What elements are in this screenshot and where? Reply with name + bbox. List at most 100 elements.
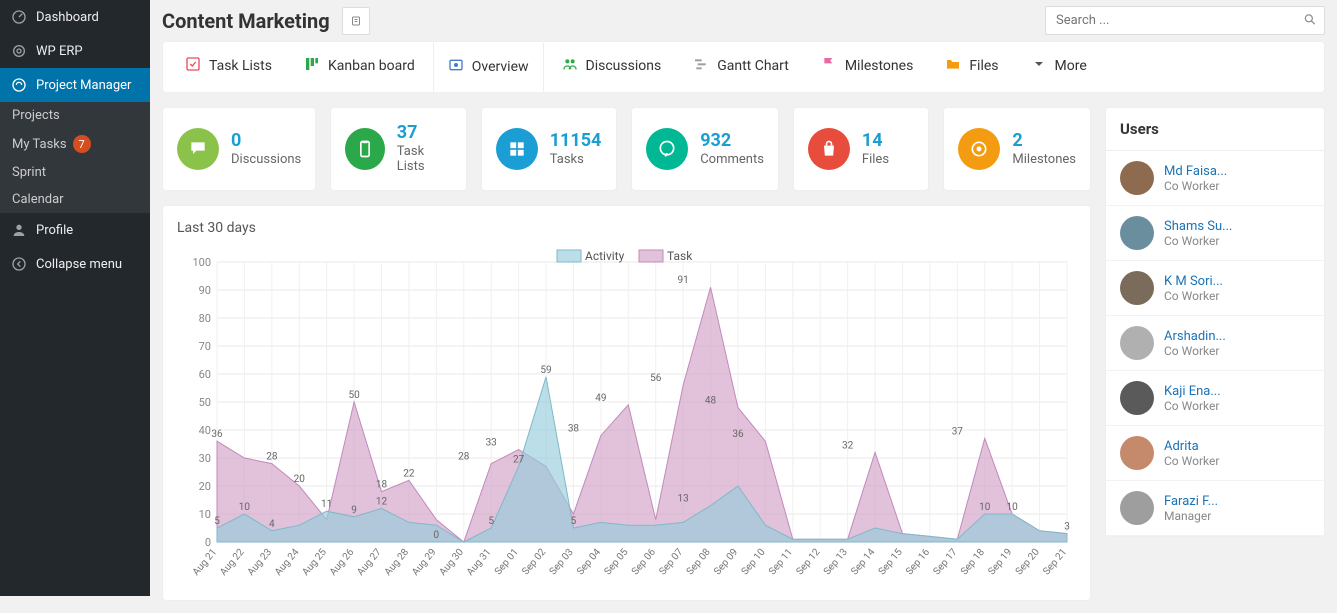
tab-label: More	[1055, 58, 1087, 74]
user-role: Co Worker	[1164, 399, 1221, 413]
tab-overview[interactable]: Overview	[433, 43, 544, 92]
sidebar-subitem[interactable]: Sprint	[0, 159, 150, 186]
svg-text:Aug 22: Aug 22	[218, 547, 247, 578]
sidebar-item-label: Collapse menu	[36, 257, 122, 272]
svg-text:Task: Task	[667, 249, 693, 263]
user-role: Co Worker	[1164, 179, 1227, 193]
sidebar-item-collapse[interactable]: Collapse menu	[0, 247, 150, 281]
comment-icon	[646, 128, 688, 170]
sidebar-item-label: WP ERP	[36, 44, 83, 59]
user-row[interactable]: Farazi F... Manager	[1106, 481, 1324, 536]
target-icon	[958, 128, 1000, 170]
svg-text:37: 37	[952, 426, 964, 437]
svg-text:0: 0	[434, 530, 440, 541]
stat-card-files[interactable]: 14 Files	[793, 107, 929, 191]
sidebar-item-dashboard[interactable]: Dashboard	[0, 0, 150, 34]
svg-text:Sep 05: Sep 05	[603, 547, 631, 578]
svg-text:Sep 18: Sep 18	[959, 547, 987, 578]
chart-title: Last 30 days	[177, 220, 1076, 236]
topbar: Content Marketing	[150, 0, 1337, 41]
notification-badge: 7	[73, 135, 91, 153]
search-input[interactable]	[1045, 6, 1325, 35]
flag-icon	[821, 56, 837, 76]
svg-text:Sep 16: Sep 16	[904, 547, 932, 578]
tab-label: Milestones	[845, 58, 914, 74]
tab-more[interactable]: More	[1017, 42, 1101, 92]
project-tabs: Task Lists Kanban board OverviewDiscussion…	[162, 41, 1325, 93]
svg-text:12: 12	[376, 496, 388, 507]
collapse-icon	[10, 255, 28, 273]
tab-files[interactable]: Files	[931, 42, 1012, 92]
tab-discussions[interactable]: Discussions	[548, 42, 676, 92]
svg-text:50: 50	[348, 390, 360, 401]
user-role: Co Worker	[1164, 454, 1219, 468]
stat-card-discussions[interactable]: 0 Discussions	[162, 107, 316, 191]
users-panel: Users Md Faisa... Co Worker Shams Su... …	[1105, 107, 1325, 537]
stat-value: 11154	[550, 132, 602, 150]
svg-text:18: 18	[376, 480, 388, 491]
svg-text:28: 28	[266, 452, 278, 463]
svg-text:10: 10	[1007, 502, 1019, 513]
svg-text:Sep 20: Sep 20	[1014, 547, 1042, 578]
svg-text:Sep 06: Sep 06	[630, 547, 658, 578]
sidebar-item-profile[interactable]: Profile	[0, 213, 150, 247]
user-name: Farazi F...	[1164, 494, 1218, 509]
stat-label: Tasks	[550, 152, 602, 167]
stat-value: 2	[1012, 132, 1076, 150]
gauge-icon	[10, 8, 28, 26]
avatar	[1120, 161, 1154, 195]
svg-text:60: 60	[199, 368, 211, 381]
svg-text:Aug 29: Aug 29	[410, 547, 439, 578]
svg-text:49: 49	[595, 393, 606, 404]
search-icon[interactable]	[1303, 11, 1317, 30]
stat-card-milestones[interactable]: 2 Milestones	[943, 107, 1091, 191]
tab-label: Kanban board	[328, 58, 415, 74]
sidebar-item-wperp[interactable]: WP ERP	[0, 34, 150, 68]
sidebar-subitem[interactable]: Projects	[0, 102, 150, 129]
gantt-icon	[693, 56, 709, 76]
svg-text:40: 40	[199, 424, 211, 437]
svg-text:30: 30	[199, 452, 211, 465]
svg-text:90: 90	[199, 284, 211, 297]
svg-text:10: 10	[239, 502, 251, 513]
tab-gantt-chart[interactable]: Gantt Chart	[679, 42, 803, 92]
user-row[interactable]: Md Faisa... Co Worker	[1106, 151, 1324, 206]
user-row[interactable]: Arshadin... Co Worker	[1106, 316, 1324, 371]
svg-text:Sep 08: Sep 08	[685, 547, 713, 578]
user-row[interactable]: Adrita Co Worker	[1106, 426, 1324, 481]
stat-card-tasks[interactable]: 11154 Tasks	[481, 107, 617, 191]
title-action-button[interactable]	[342, 7, 370, 35]
stat-label: Comments	[700, 152, 764, 167]
clipboard-icon	[345, 128, 384, 170]
svg-text:Aug 28: Aug 28	[383, 547, 412, 578]
svg-text:4: 4	[269, 519, 275, 530]
user-row[interactable]: K M Sori... Co Worker	[1106, 261, 1324, 316]
sidebar-item-project-manager[interactable]: Project Manager	[0, 68, 150, 102]
stat-value: 0	[231, 132, 301, 150]
svg-text:5: 5	[488, 516, 494, 527]
kanban-icon	[304, 56, 320, 76]
tab-milestones[interactable]: Milestones	[807, 42, 928, 92]
svg-text:5: 5	[214, 516, 220, 527]
sidebar-item-label: Dashboard	[36, 10, 99, 25]
svg-text:Sep 10: Sep 10	[740, 547, 768, 578]
tab-task-lists[interactable]: Task Lists	[171, 42, 286, 92]
svg-text:Aug 24: Aug 24	[273, 547, 302, 578]
sidebar-subitem[interactable]: My Tasks7	[0, 129, 150, 159]
user-row[interactable]: Shams Su... Co Worker	[1106, 206, 1324, 261]
svg-text:Aug 23: Aug 23	[246, 547, 275, 578]
tab-kanban-board[interactable]: Kanban board	[290, 42, 429, 92]
stat-card-task-lists[interactable]: 37 Task Lists	[330, 107, 466, 191]
svg-text:Sep 14: Sep 14	[849, 547, 877, 578]
user-row[interactable]: Kaji Ena... Co Worker	[1106, 371, 1324, 426]
sidebar-subitem[interactable]: Calendar	[0, 186, 150, 213]
stat-card-comments[interactable]: 932 Comments	[631, 107, 779, 191]
svg-text:50: 50	[199, 396, 211, 409]
svg-text:100: 100	[192, 256, 211, 269]
svg-text:Sep 19: Sep 19	[986, 547, 1014, 577]
tab-label: Files	[969, 58, 998, 74]
stat-label: Files	[862, 152, 889, 167]
svg-text:10: 10	[199, 508, 211, 521]
svg-text:Sep 15: Sep 15	[877, 547, 905, 578]
svg-text:28: 28	[458, 452, 470, 463]
